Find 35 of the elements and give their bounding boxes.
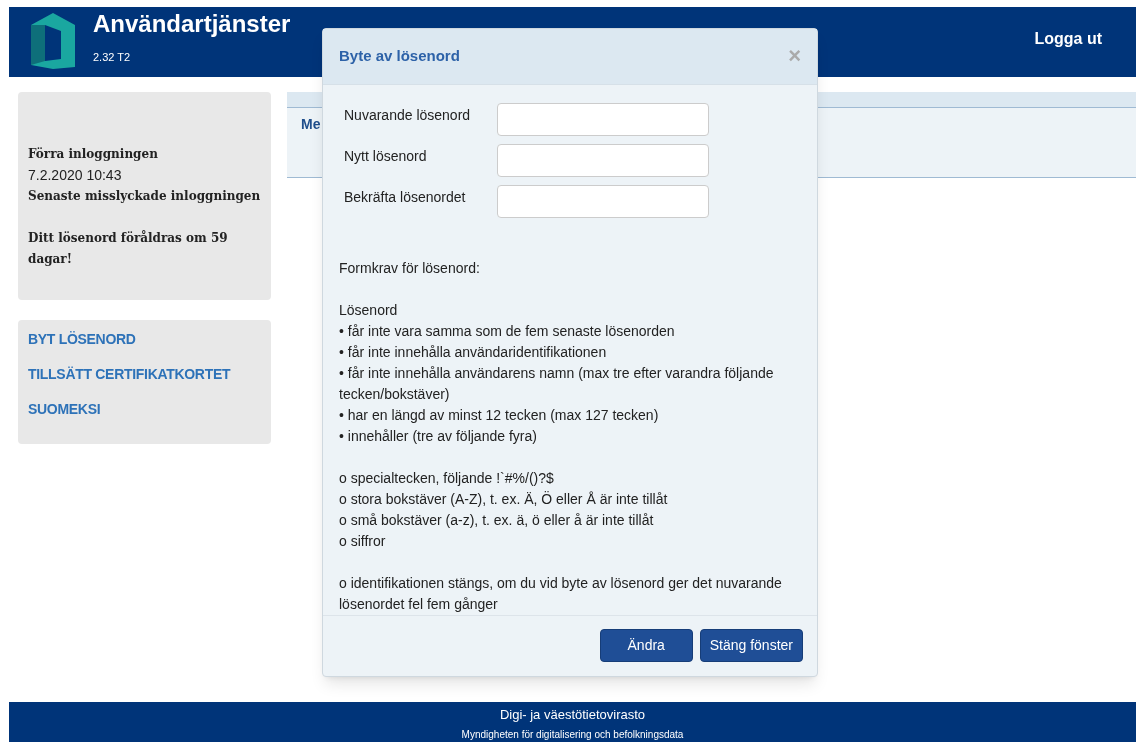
requirement-text: • får inte innehålla användaridentifikationen	[339, 342, 608, 362]
dialog-button[interactable]: Ändra	[599, 629, 693, 663]
sidebar-link[interactable]: TILLSÄTT CERTIFIKATKORTET	[28, 365, 271, 384]
sidebar-link[interactable]: SUOMEKSI	[28, 400, 271, 419]
requirement-text: o identifikationen stängs, om du vid byte av lösenord ger det nuvarande lösenordet fel fem gånger	[339, 573, 783, 614]
version-label: 2.32 T2	[93, 50, 132, 65]
footer-title: Digi- ja väestötietovirasto	[499, 707, 646, 723]
info-text: Förra inloggningen	[28, 146, 159, 163]
field-label: Nytt lösenord	[344, 146, 428, 166]
requirement-text: o stora bokstäver (A-Z), t. ex. Ä, Ö eller Å är inte tillåt	[339, 489, 669, 509]
dialog-title: Byte av lösenord	[339, 46, 460, 66]
requirement-text: o siffror	[339, 531, 387, 551]
expiry-warning: Ditt lösenord föråldras om 59 dagar!	[28, 229, 229, 268]
field-label: Nuvarande lösenord	[344, 105, 472, 125]
password-field[interactable]	[497, 184, 709, 218]
requirement-text: • har en längd av minst 12 tecken (max 127 tecken)	[339, 405, 660, 425]
requirement-text: o specialtecken, följande !`#%/()?$	[339, 468, 555, 488]
footer-subtitle: Myndigheten för digitalisering och befolkningsdata	[461, 728, 684, 742]
requirement-text: • får inte vara samma som de fem senaste lösenorden	[339, 321, 676, 341]
info-text: Senaste misslyckade inloggningen	[28, 188, 262, 205]
dialog-button[interactable]: Stäng fönster	[699, 629, 803, 663]
logo-icon	[31, 11, 75, 69]
requirement-text: o små bokstäver (a-z), t. ex. ä, ö eller å är inte tillåt	[339, 510, 655, 530]
app-title: Användartjänster	[93, 9, 291, 39]
password-field[interactable]	[497, 102, 709, 136]
field-label: Bekräfta lösenordet	[344, 187, 467, 207]
password-field[interactable]	[497, 143, 709, 177]
requirement-text: • innehåller (tre av följande fyra)	[339, 426, 538, 446]
requirement-text: Lösenord	[339, 300, 399, 320]
requirement-text: • får inte innehålla användarens namn (max tre efter varandra följande tecken/bokstäver)	[339, 363, 775, 404]
tab-label[interactable]: Me	[301, 116, 321, 132]
requirement-text: Formkrav för lösenord:	[339, 258, 481, 278]
info-text: 7.2.2020 10:43	[28, 166, 123, 185]
sidebar-link[interactable]: BYT LÖSENORD	[28, 330, 271, 349]
logout-link[interactable]: Logga ut	[1034, 27, 1102, 51]
